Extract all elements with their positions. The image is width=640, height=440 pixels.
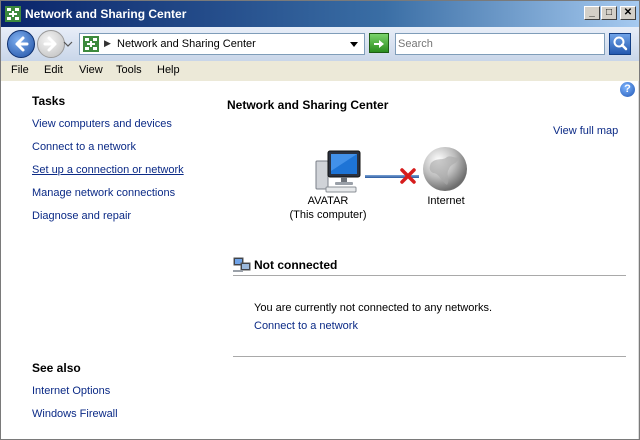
refresh-go-icon: [374, 40, 384, 48]
refresh-button[interactable]: [369, 33, 389, 53]
network-status-icon: [233, 257, 251, 272]
computer-name: AVATAR: [307, 195, 349, 207]
see-also-heading: See also: [32, 361, 81, 375]
manage-connections-link[interactable]: Manage network connections: [32, 187, 175, 199]
computer-icon: [315, 150, 361, 193]
forward-arrow-icon: [43, 36, 57, 52]
right-edge: [638, 81, 639, 439]
search-button[interactable]: [609, 33, 631, 55]
content-pane: ? Tasks View computers and devices Conne…: [1, 81, 639, 439]
back-arrow-icon: [15, 36, 29, 52]
network-center-icon: [83, 36, 99, 52]
title-bar[interactable]: Network and Sharing Center _ □ ✕: [1, 1, 639, 27]
divider: [233, 275, 626, 276]
search-icon: [613, 36, 628, 51]
address-bar[interactable]: ▶ Network and Sharing Center: [79, 33, 365, 55]
menu-view[interactable]: View: [79, 64, 103, 76]
setup-connection-link[interactable]: Set up a connection or network: [32, 164, 184, 176]
diagnose-repair-link[interactable]: Diagnose and repair: [32, 210, 131, 222]
divider: [233, 356, 626, 357]
maximize-button[interactable]: □: [601, 6, 617, 20]
address-dropdown-icon[interactable]: [350, 42, 358, 47]
internet-label: Internet: [427, 195, 465, 207]
tasks-heading: Tasks: [32, 94, 66, 108]
disconnected-x-icon: [400, 168, 416, 184]
search-box[interactable]: [395, 33, 605, 55]
status-message: You are currently not connected to any n…: [254, 302, 493, 314]
back-button[interactable]: [7, 30, 35, 58]
computer-subtitle: (This computer): [289, 209, 367, 221]
navigation-bar: ▶ Network and Sharing Center: [1, 27, 639, 61]
breadcrumb[interactable]: Network and Sharing Center: [117, 38, 256, 50]
forward-button[interactable]: [37, 30, 65, 58]
connect-to-network-link-main[interactable]: Connect to a network: [254, 320, 358, 332]
network-center-icon: [5, 6, 21, 22]
menu-edit[interactable]: Edit: [44, 64, 63, 76]
breadcrumb-separator[interactable]: ▶: [104, 38, 111, 49]
windows-firewall-link[interactable]: Windows Firewall: [32, 408, 118, 420]
view-computers-link[interactable]: View computers and devices: [32, 118, 172, 130]
search-input[interactable]: [398, 36, 598, 52]
menu-file[interactable]: File: [11, 64, 29, 76]
status-label: Not connected: [254, 258, 338, 272]
window-title: Network and Sharing Center: [25, 7, 187, 21]
close-button[interactable]: ✕: [620, 6, 636, 20]
recent-pages-dropdown[interactable]: [63, 39, 73, 49]
minimize-button[interactable]: _: [584, 6, 600, 20]
view-full-map-link[interactable]: View full map: [553, 125, 618, 137]
menu-help[interactable]: Help: [157, 64, 180, 76]
menu-tools[interactable]: Tools: [116, 64, 142, 76]
internet-options-link[interactable]: Internet Options: [32, 385, 110, 397]
help-icon[interactable]: ?: [620, 82, 635, 97]
connect-to-network-link[interactable]: Connect to a network: [32, 141, 136, 153]
window: Network and Sharing Center _ □ ✕ ▶ Netwo…: [0, 0, 640, 440]
page-title: Network and Sharing Center: [227, 98, 389, 112]
globe-icon: [423, 147, 467, 191]
menu-bar: File Edit View Tools Help: [1, 61, 639, 82]
